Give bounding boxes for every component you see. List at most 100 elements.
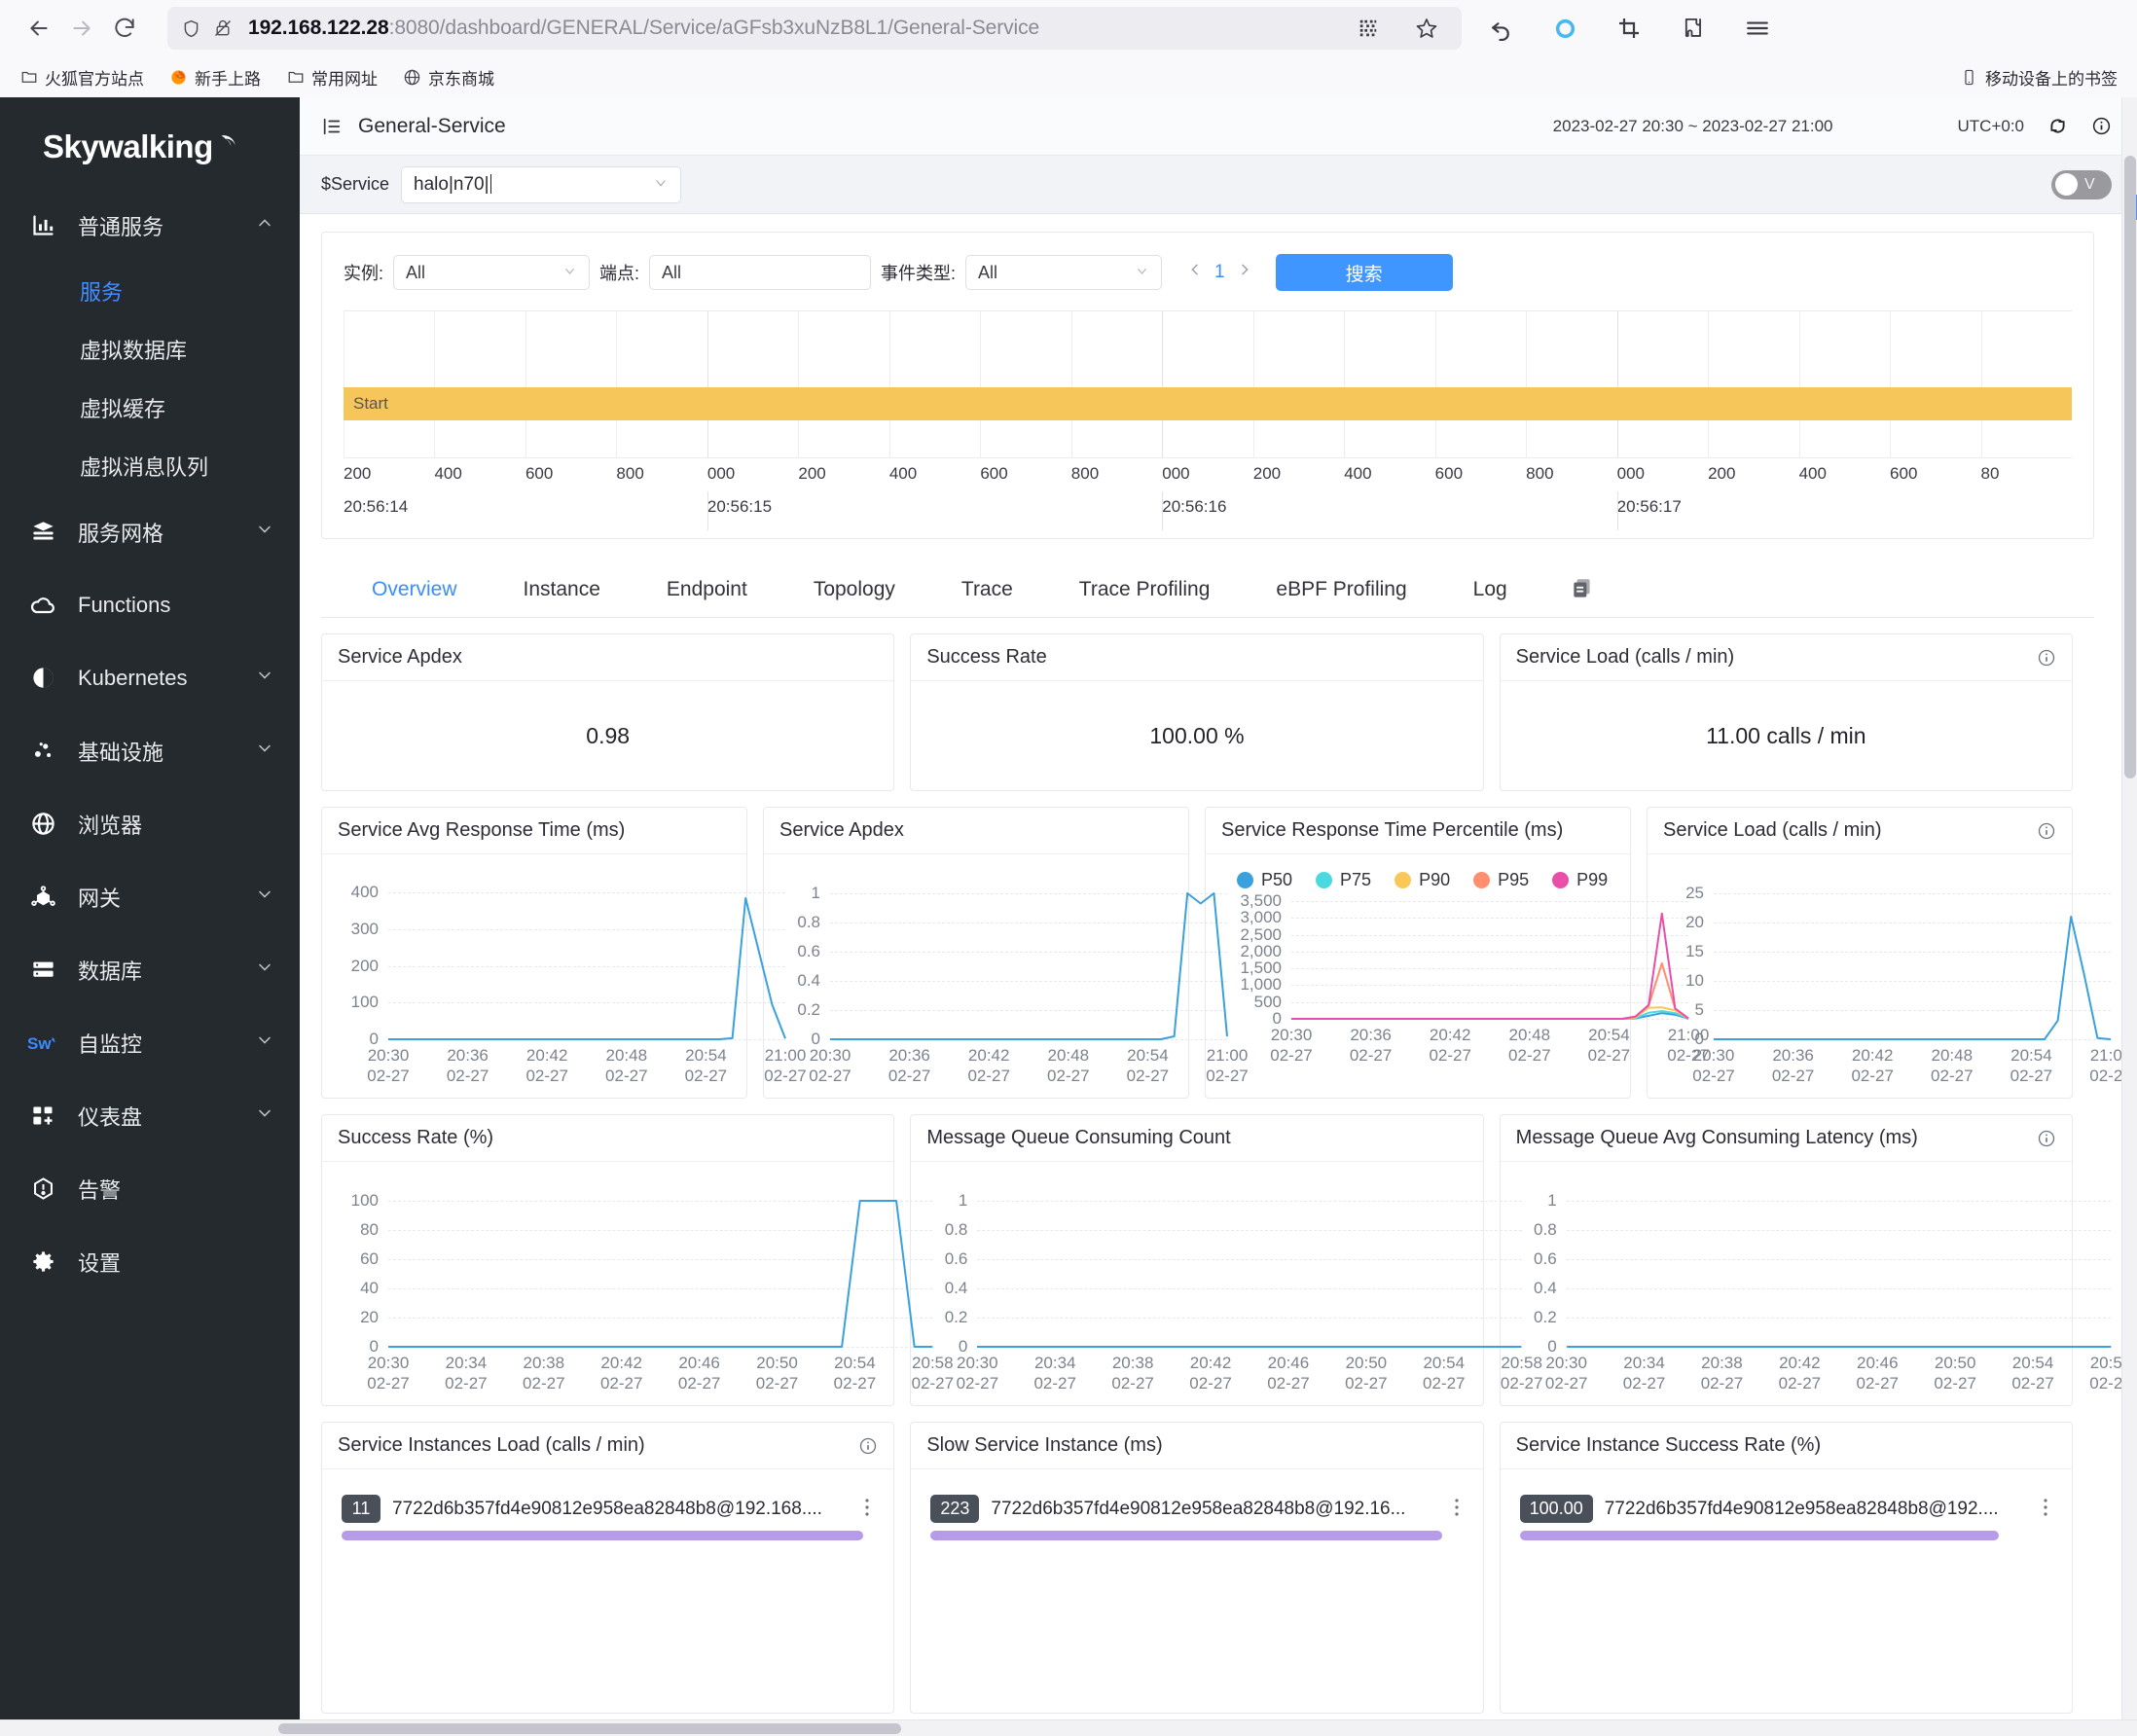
sidebar-item-self-observability[interactable]: Sw 自监控 — [0, 1006, 300, 1079]
tab-ebpf-profiling[interactable]: eBPF Profiling — [1243, 564, 1439, 617]
chart-plot-area[interactable]: 0 0.2 0.4 0.6 0.8 1 20:30 02-27 20:34 02-27 20:38 0… — [945, 1189, 1543, 1392]
x-axis-tick-label: 20:42 02-27 — [1429, 1026, 1471, 1065]
endpoint-input[interactable]: All — [649, 255, 872, 290]
chart-plot-area[interactable]: 0 20 40 60 80 100 20:30 02-27 20:34 02-27 20:38 02-… — [351, 1189, 954, 1392]
instance-row[interactable]: 100.00 7722d6b357fd4e90812e958ea82848b8@1… — [1519, 1495, 2052, 1523]
crop-icon[interactable] — [1612, 11, 1647, 46]
time-range-label: 2023-02-27 20:30 ~ 2023-02-27 21:00 — [1552, 116, 1833, 135]
next-page-icon[interactable] — [1237, 262, 1252, 283]
chart-plot-area[interactable]: 0 5 10 15 20 25 20:30 02-27 20:36 02-27 20:42 02-27… — [1685, 882, 2132, 1085]
info-icon[interactable] — [2091, 116, 2112, 136]
page-scrollbar[interactable] — [2121, 97, 2137, 1736]
timeline-second-labels: 20:56:14 20:56:15 20:56:16 20:56:17 — [344, 491, 2072, 530]
chart-card: Service Response Time Percentile (ms) P50… — [1205, 807, 1710, 1099]
info-icon[interactable] — [858, 1436, 878, 1456]
sidebar-item-service-mesh[interactable]: 服务网格 — [0, 495, 300, 568]
tab-trace[interactable]: Trace — [928, 564, 1046, 617]
instance-value-bar — [930, 1531, 1442, 1540]
event-type-select[interactable]: All — [965, 255, 1163, 290]
extension-icon[interactable] — [1676, 11, 1711, 46]
sidebar-item-gateway[interactable]: 网关 — [0, 860, 300, 933]
sidebar-subitem-services[interactable]: 服务 — [0, 262, 300, 320]
variable-bar: $Service halo|n70| V — [300, 156, 2137, 214]
y-axis-tick-label: 100 — [350, 1191, 379, 1210]
x-axis-tick-label: 20:36 02-27 — [1771, 1046, 1815, 1085]
sidebar-item-kubernetes[interactable]: Kubernetes — [0, 641, 300, 714]
horizontal-scrollbar[interactable] — [0, 1719, 2137, 1736]
tab-topology[interactable]: Topology — [780, 564, 928, 617]
bookmark-beginner[interactable]: 新手上路 — [160, 61, 271, 93]
legend-item[interactable]: P75 — [1316, 870, 1371, 890]
chart-plot-area[interactable]: 0 0.2 0.4 0.6 0.8 1 20:30 02-27 20:36 02-27 20:42 0… — [797, 882, 1248, 1085]
info-icon[interactable] — [2037, 821, 2056, 841]
sidebar-subitem-virtual-mq[interactable]: 虚拟消息队列 — [0, 437, 300, 495]
url-bar[interactable]: 192.168.122.28:8080/dashboard/GENERAL/Se… — [167, 7, 1462, 50]
sidebar-subitem-virtual-cache[interactable]: 虚拟缓存 — [0, 379, 300, 437]
star-icon[interactable] — [1405, 7, 1448, 50]
x-axis-tick-label: 20:36 02-27 — [887, 1046, 931, 1085]
refresh-icon[interactable] — [2047, 116, 2068, 136]
bookmark-firefox-official[interactable]: 火狐官方站点 — [10, 61, 154, 93]
timeline-start-bar[interactable]: Start — [344, 387, 2072, 420]
x-axis-tick-label: 20:48 02-27 — [1931, 1046, 1974, 1085]
qr-code-icon[interactable] — [1347, 7, 1390, 50]
instance-more-menu-icon[interactable] — [864, 1496, 874, 1523]
hamburger-menu-icon[interactable] — [1740, 11, 1775, 46]
undo-icon[interactable] — [1483, 11, 1518, 46]
sidebar-item-database[interactable]: 数据库 — [0, 933, 300, 1006]
instance-value-badge: 223 — [930, 1495, 980, 1523]
event-type-filter: 事件类型: All — [881, 255, 1163, 290]
service-select[interactable]: halo|n70| — [401, 165, 682, 203]
page-number[interactable]: 1 — [1214, 262, 1225, 283]
x-axis-tick-label: 20:38 02-27 — [1700, 1354, 1744, 1392]
prev-page-icon[interactable] — [1187, 262, 1203, 283]
chart-plot-area[interactable]: 0 500 1,000 1,500 2,000 2,500 3,000 3,500 20:30 0… — [1240, 891, 1709, 1065]
circle-icon[interactable] — [1547, 11, 1582, 46]
instance-more-menu-icon[interactable] — [1454, 1496, 1464, 1523]
view-toggle[interactable]: V — [2051, 169, 2112, 199]
search-button[interactable]: 搜索 — [1275, 254, 1453, 291]
event-filter-row: 实例: All 端点: All 事件类型: All 1 搜索 — [322, 233, 2093, 310]
folder-icon — [286, 68, 305, 87]
legend-item[interactable]: P95 — [1473, 870, 1529, 890]
legend-item[interactable]: P90 — [1394, 870, 1450, 890]
sidebar-item-general-service[interactable]: 普通服务 — [0, 189, 300, 262]
chevron-down-icon — [562, 264, 577, 281]
instance-select[interactable]: All — [393, 255, 591, 290]
y-axis-tick-label: 0.8 — [944, 1220, 968, 1239]
instance-panel-body: 100.00 7722d6b357fd4e90812e958ea82848b8@1… — [1501, 1469, 2072, 1713]
sidebar-item-infrastructure[interactable]: 基础设施 — [0, 714, 300, 787]
sidebar-item-dashboard[interactable]: 仪表盘 — [0, 1079, 300, 1152]
sidebar-subitem-virtual-database[interactable]: 虚拟数据库 — [0, 320, 300, 379]
page-scrollbar-thumb[interactable] — [2124, 156, 2136, 778]
forward-arrow-icon[interactable] — [60, 7, 103, 50]
sidebar-item-settings[interactable]: 设置 — [0, 1225, 300, 1298]
bookmark-jd-mall[interactable]: 京东商城 — [393, 61, 504, 93]
sidebar-item-browser[interactable]: 浏览器 — [0, 787, 300, 860]
tab-endpoint[interactable]: Endpoint — [634, 564, 780, 617]
copy-dashboard-icon[interactable] — [1570, 576, 1595, 605]
chart-plot-area[interactable]: 0 0.2 0.4 0.6 0.8 1 20:30 02-27 20:34 02-27 20:38 0… — [1534, 1189, 2132, 1392]
back-arrow-icon[interactable] — [18, 7, 60, 50]
instance-row[interactable]: 11 7722d6b357fd4e90812e958ea82848b8@192.1… — [342, 1495, 874, 1523]
bookmark-common-sites[interactable]: 常用网址 — [276, 61, 387, 93]
chart-plot-area[interactable]: 0 100 200 300 400 20:30 02-27 20:36 02-27 20:42 02… — [351, 882, 807, 1084]
tab-trace-profiling[interactable]: Trace Profiling — [1046, 564, 1244, 617]
tab-log[interactable]: Log — [1440, 564, 1540, 617]
info-icon[interactable] — [2037, 648, 2056, 668]
tab-instance[interactable]: Instance — [490, 564, 634, 617]
instance-row[interactable]: 223 7722d6b357fd4e90812e958ea82848b8@192.… — [930, 1495, 1463, 1523]
instance-more-menu-icon[interactable] — [2043, 1496, 2052, 1523]
reload-icon[interactable] — [103, 7, 146, 50]
collapse-panel-icon[interactable] — [321, 116, 343, 137]
horizontal-scrollbar-thumb[interactable] — [278, 1723, 901, 1734]
tab-overview[interactable]: Overview — [339, 564, 490, 617]
sidebar-item-functions[interactable]: Functions — [0, 568, 300, 641]
bookmark-mobile-bookmarks[interactable]: 移动设备上的书签 — [1950, 61, 2127, 93]
legend-item[interactable]: P50 — [1237, 870, 1292, 890]
sidebar-item-alarm[interactable]: 告警 — [0, 1152, 300, 1225]
info-icon[interactable] — [2037, 1129, 2056, 1148]
timeline-second-label: 20:56:16 — [1162, 497, 1227, 516]
sidebar-item-label: Functions — [78, 592, 171, 617]
legend-item[interactable]: P99 — [1552, 870, 1608, 890]
